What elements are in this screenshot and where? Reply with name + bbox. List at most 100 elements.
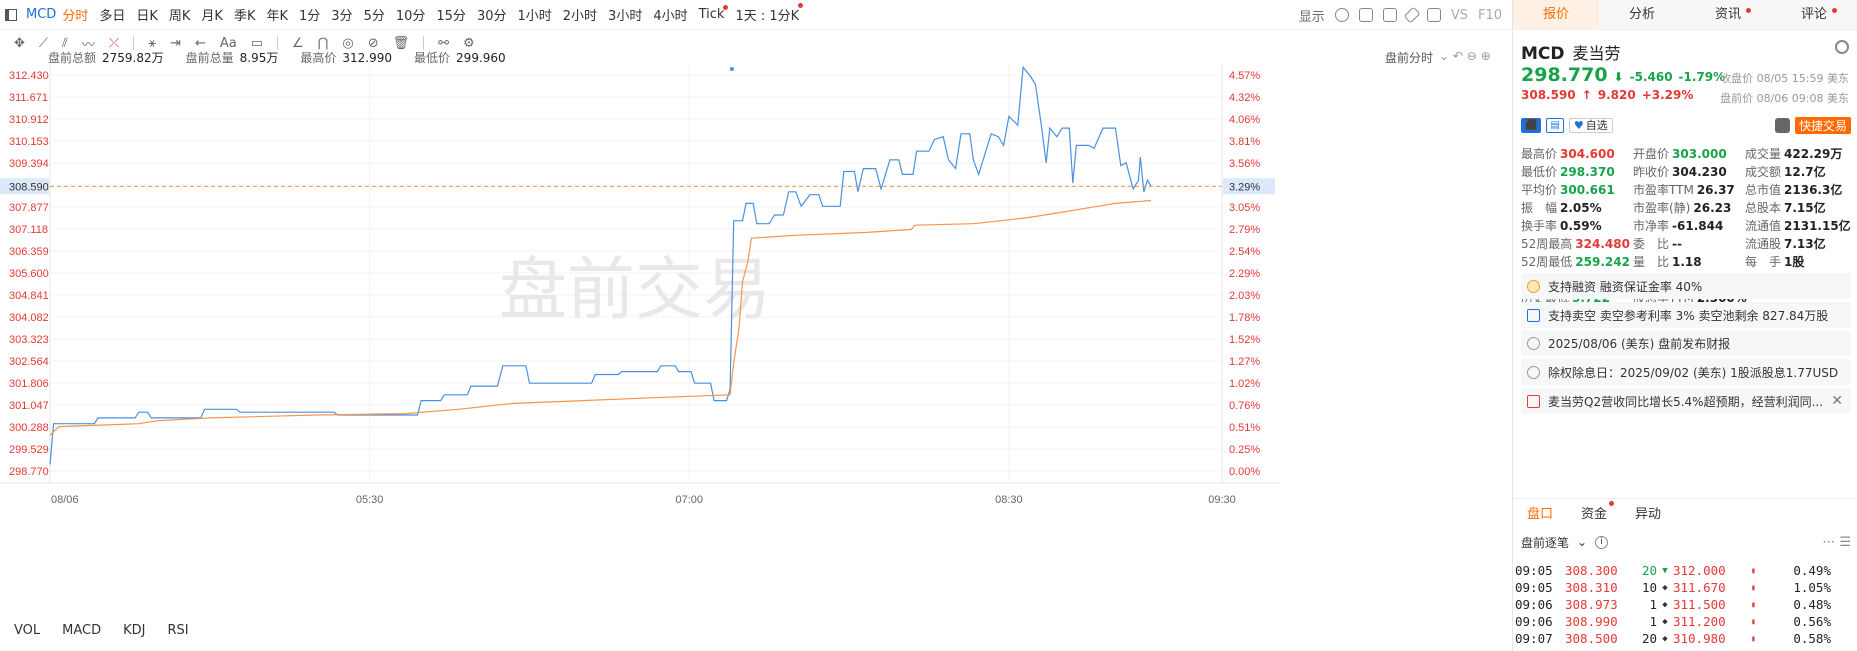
x-tick-label: 07:00 — [676, 494, 704, 506]
y-tick-label: 299.529 — [9, 444, 49, 456]
tick-price: 308.300 — [1565, 563, 1618, 578]
tick-bar: ▮ — [1751, 634, 1756, 643]
period-tab[interactable]: 30分 — [477, 5, 507, 24]
quote-tab[interactable]: 分析 — [1599, 0, 1685, 30]
close-icon[interactable]: ✕ — [1831, 393, 1843, 409]
period-tab[interactable]: 1小时 — [517, 5, 551, 24]
period-tab[interactable]: 2小时 — [563, 5, 597, 24]
period-tab[interactable]: 周K — [169, 5, 191, 24]
period-tab[interactable]: 月K — [201, 5, 223, 24]
y-tick-label: 301.047 — [9, 400, 49, 412]
quote-tab[interactable]: 评论 — [1771, 0, 1857, 30]
sidebar-toggle-icon[interactable] — [0, 0, 22, 30]
period-tab[interactable]: 1分 — [299, 5, 320, 24]
y-tick-label-right: 0.00% — [1229, 466, 1260, 478]
tick-qty: 20 — [1641, 631, 1657, 646]
tick-price: 308.990 — [1565, 614, 1618, 629]
settings-icon[interactable] — [1334, 8, 1349, 22]
info-item[interactable]: 除权除息日：2025/09/02 (美东) 1股派股息1.77USD — [1521, 359, 1851, 385]
premarket-price-row: 308.590 ↑ 9.820 +3.29% — [1521, 88, 1693, 102]
period-tab[interactable]: 1天 : 1分K — [735, 3, 804, 24]
quote-cell: 总股本 7.15亿 — [1745, 201, 1855, 216]
depth-tab[interactable]: 异动 — [1635, 503, 1661, 522]
period-tab[interactable]: 年K — [266, 5, 288, 24]
tick-qty: 10 — [1641, 580, 1657, 595]
quote-key: 量 比 — [1633, 255, 1670, 269]
fullscreen-icon[interactable] — [1426, 8, 1441, 22]
indicator-tab[interactable]: RSI — [167, 623, 188, 638]
period-tab[interactable]: 3小时 — [608, 5, 642, 24]
indicator-tab[interactable]: KDJ — [123, 623, 145, 638]
camera-icon[interactable] — [1382, 8, 1397, 22]
display-menu[interactable]: 显示 — [1299, 6, 1325, 25]
symbol-label[interactable]: MCD — [26, 7, 56, 22]
chart-canvas[interactable]: 312.430 4.57% 311.671 4.32% 310.912 4.06% 310.… — [0, 65, 1280, 520]
info-item[interactable]: 麦当劳Q2营收同比增长5.4%超预期，经营利润同... ✕ — [1521, 388, 1851, 414]
period-tab[interactable]: 多日 — [99, 5, 125, 24]
y-tick-label-right: 0.25% — [1229, 444, 1260, 456]
vs-button[interactable]: VS — [1451, 8, 1468, 23]
quote-key: 成交额 — [1745, 165, 1782, 179]
quote-tab[interactable]: 报价 — [1513, 0, 1599, 30]
tag-icon[interactable]: ⬛ — [1521, 117, 1542, 133]
y-tick-label-right: 3.56% — [1229, 158, 1260, 170]
pen-icon[interactable] — [1403, 6, 1421, 24]
period-tab[interactable]: 3分 — [331, 5, 352, 24]
quote-value: 304.230 — [1672, 165, 1727, 179]
quote-value: 324.480 — [1575, 237, 1630, 251]
quote-key: 市净率 — [1633, 219, 1670, 233]
divider — [133, 36, 135, 50]
y-tick-label-right: 2.79% — [1229, 224, 1260, 236]
watchlist-button[interactable]: ♥ 自选 — [1568, 117, 1613, 133]
more-icon[interactable]: ⋯ ☰ — [1822, 535, 1851, 550]
layout-icon[interactable] — [1358, 8, 1373, 22]
bell-icon[interactable] — [1774, 117, 1790, 133]
y-tick-label-right: 0.51% — [1229, 422, 1260, 434]
quote-value: 2136.3亿 — [1784, 183, 1843, 197]
crosshair-icon[interactable]: ✥ — [14, 36, 25, 51]
depth-tab[interactable]: 资金 — [1581, 501, 1615, 522]
period-tab[interactable]: 分时 — [62, 5, 88, 24]
news-icon — [1527, 394, 1540, 408]
quote-tab[interactable]: 资讯 — [1685, 0, 1771, 30]
period-tab[interactable]: 10分 — [396, 5, 426, 24]
depth-tab[interactable]: 盘口 — [1527, 503, 1553, 522]
y-tick-label: 302.564 — [9, 356, 49, 368]
f10-button[interactable]: F10 — [1478, 8, 1502, 23]
quote-cell: 52周最高 324.480 — [1521, 237, 1633, 252]
fast-trade-button[interactable]: 快捷交易 — [1794, 116, 1851, 134]
quote-panel-tabs: 报价 分析 资讯 评论 — [1513, 0, 1857, 30]
gear-icon[interactable] — [1835, 40, 1849, 54]
indicator-tab[interactable]: MACD — [62, 623, 101, 638]
period-tab[interactable]: 15分 — [436, 5, 466, 24]
info-item[interactable]: 支持卖空 卖空参考利率 3% 卖空池剩余 827.84万股 — [1521, 302, 1851, 328]
y-tick-label: 311.671 — [9, 92, 48, 104]
y-tick-label-right: 1.78% — [1229, 312, 1260, 324]
intraday-chart[interactable]: 312.430 4.57% 311.671 4.32% 310.912 4.06% 310.… — [0, 65, 1280, 520]
premarket-stats: 盘前总额 2759.82万 盘前总量 8.95万 最高价 312.990 最低价 299… — [48, 49, 506, 65]
chevron-down-icon[interactable]: ⌄ — [1577, 535, 1587, 549]
event-marker — [729, 67, 734, 71]
tick-time: 09:05 — [1515, 580, 1553, 595]
tick-title[interactable]: 盘前逐笔 — [1521, 534, 1569, 551]
notes-icon[interactable]: ▤ — [1546, 117, 1564, 133]
y-tick-label-right: 4.06% — [1229, 114, 1260, 126]
tick-time: 09:06 — [1515, 614, 1553, 629]
y-tick-label: 298.770 — [9, 466, 49, 478]
quote-cell: 最高价 304.600 — [1521, 147, 1633, 162]
info-icon[interactable]: i — [1595, 535, 1609, 549]
info-item[interactable]: 2025/08/06 (美东) 盘前发布财报 — [1521, 330, 1851, 356]
period-tab[interactable]: 5分 — [364, 5, 385, 24]
indicator-tab[interactable]: VOL — [14, 623, 40, 638]
period-tab[interactable]: Tick — [699, 5, 729, 22]
line-tool-icon[interactable]: ⟋ — [39, 36, 48, 51]
period-tab[interactable]: 4小时 — [653, 5, 687, 24]
period-tab[interactable]: 日K — [136, 5, 158, 24]
info-item[interactable]: 支持融资 融资保证金率 40% — [1521, 273, 1851, 299]
chart-mode-selector[interactable]: 盘前分时 ⌄ ↶ ⊖ ⊕ — [1385, 49, 1491, 66]
tick-pct: 0.56% — [1793, 614, 1831, 629]
tick-price2: 311.200 — [1673, 614, 1726, 629]
tick-pct: 1.05% — [1793, 580, 1831, 595]
quote-tab-label: 资讯 — [1714, 6, 1741, 22]
period-tab[interactable]: 季K — [234, 5, 256, 24]
